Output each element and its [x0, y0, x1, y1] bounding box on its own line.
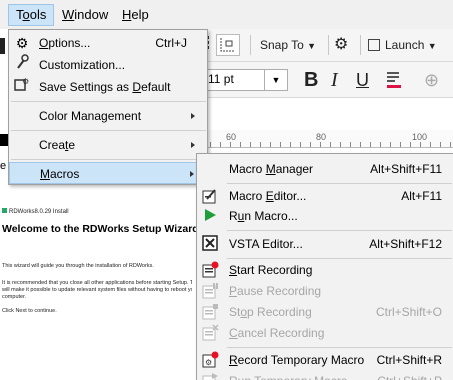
- menu-item-label: Macro Manager: [229, 162, 314, 176]
- menu-separator: [11, 101, 206, 102]
- vsta-icon: [201, 235, 219, 253]
- menu-item-label: Cancel Recording: [229, 326, 325, 340]
- menu-window-rest: indow: [74, 7, 109, 22]
- menu-item-macros[interactable]: Macros: [9, 162, 207, 184]
- horizontal-ruler: 60 80 100: [190, 130, 453, 148]
- submenu-arrow-icon: [191, 113, 195, 119]
- menu-item-label: VSTA Editor...: [229, 237, 303, 251]
- record-icon: [201, 261, 219, 279]
- menu-item-shortcut: Ctrl+J: [155, 36, 187, 50]
- menu-item-shortcut: Alt+Shift+F12: [369, 237, 442, 251]
- main-toolbar: Snap To ▼ ⚙ Launch ▼: [190, 29, 453, 62]
- menu-item-color-management[interactable]: Color Management: [9, 105, 207, 127]
- installer-line: will make it possible to update relevant…: [2, 287, 192, 293]
- menu-item-vsta-editor[interactable]: VSTA Editor... Alt+Shift+F12: [197, 232, 453, 256]
- menu-separator: [11, 159, 206, 160]
- menu-item-macro-manager[interactable]: Macro Manager Alt+Shift+F11: [197, 157, 453, 181]
- menu-item-label: Run Macro...: [229, 209, 298, 223]
- menu-item-label: Create: [39, 138, 76, 152]
- text-highlight-icon[interactable]: [385, 70, 403, 90]
- menu-item-customization[interactable]: Customization...: [9, 54, 207, 76]
- left-text-fragment: e: [0, 160, 7, 172]
- installer-line: This wizard will guide you through the i…: [2, 263, 154, 269]
- snap-guides-icon[interactable]: [216, 34, 240, 56]
- menu-item-cancel-recording[interactable]: Cancel Recording: [197, 321, 453, 345]
- submenu-arrow-icon: [191, 142, 195, 148]
- cancel-recording-icon: [201, 324, 219, 342]
- bold-button[interactable]: B: [304, 66, 318, 94]
- menu-item-options[interactable]: ⚙ Options... Ctrl+J: [9, 32, 207, 54]
- snap-to-button[interactable]: Snap To ▼: [260, 34, 316, 56]
- tools-menu: ⚙ Options... Ctrl+J Customization... ⚙ S…: [8, 29, 208, 185]
- svg-text:⚙: ⚙: [22, 77, 29, 86]
- menu-item-shortcut: Alt+Shift+F11: [370, 162, 442, 176]
- font-size-dropdown[interactable]: ▼: [264, 69, 288, 91]
- menu-item-shortcut: Ctrl+Shift+P: [377, 369, 442, 380]
- menu-item-label: Color Management: [39, 109, 142, 123]
- installer-logo-icon: [2, 208, 7, 213]
- pause-recording-icon: [201, 282, 219, 300]
- underline-button[interactable]: U: [356, 66, 369, 94]
- ruler-ticks: [190, 142, 453, 147]
- macro-editor-icon: [201, 187, 219, 205]
- menu-item-label: Customization...: [39, 58, 126, 72]
- ruler-label: 100: [412, 132, 428, 142]
- menu-help[interactable]: Help: [115, 4, 156, 26]
- menu-separator: [11, 130, 206, 131]
- menu-tools-rest: ols: [29, 7, 47, 22]
- left-dark-fragment: [0, 134, 8, 146]
- wrench-icon: [13, 54, 31, 76]
- save-settings-icon: ⚙: [13, 76, 31, 98]
- submenu-arrow-icon: [190, 171, 194, 177]
- svg-text:⚙: ⚙: [205, 358, 212, 367]
- launch-label: Launch: [385, 38, 425, 52]
- menu-item-run-temporary-macro[interactable]: Run Temporary Macro Ctrl+Shift+P: [197, 369, 453, 380]
- toolbar-separator: [328, 35, 329, 55]
- installer-line: It is recommended that you close all oth…: [2, 280, 192, 286]
- font-size-value: 11 pt: [208, 72, 234, 86]
- launch-icon: [368, 39, 380, 51]
- installer-line: Click Next to continue.: [2, 308, 57, 314]
- menu-help-rest: elp: [131, 7, 149, 22]
- toolbar-separator: [360, 35, 361, 55]
- installer-line: computer.: [2, 294, 27, 300]
- left-toolbar-fragment: [0, 38, 5, 54]
- chevron-down-icon: ▼: [427, 41, 437, 51]
- launch-button[interactable]: Launch ▼: [368, 34, 437, 56]
- snap-to-label: Snap To: [260, 38, 304, 52]
- run-temporary-icon: [201, 372, 219, 380]
- menubar: Tools Window Help: [0, 0, 453, 29]
- menu-item-save-settings[interactable]: ⚙ Save Settings as Default: [9, 76, 207, 98]
- macros-submenu: Macro Manager Alt+Shift+F11 Macro Editor…: [196, 153, 453, 380]
- toolbar-separator: [250, 35, 251, 55]
- menu-tools[interactable]: Tools: [8, 4, 55, 26]
- menu-item-label: Macros: [40, 167, 80, 181]
- installer-title-text: RDWorks8.0.29 Install: [9, 209, 69, 215]
- stop-recording-icon: [201, 303, 219, 321]
- menu-item-create[interactable]: Create: [9, 134, 207, 156]
- menu-separator: [227, 230, 452, 231]
- ruler-label: 80: [316, 132, 327, 142]
- ruler-label: 60: [226, 132, 237, 142]
- menu-item-label: Options...: [39, 36, 91, 50]
- installer-heading: Welcome to the RDWorks Setup Wizard: [2, 223, 199, 235]
- menu-item-label: Save Settings as Default: [39, 80, 171, 94]
- menu-window[interactable]: Window: [55, 4, 115, 26]
- play-icon: [201, 207, 219, 225]
- record-temporary-icon: ⚙: [201, 351, 219, 369]
- gear-icon: ⚙: [15, 35, 29, 51]
- menu-item-run-macro[interactable]: Run Macro...: [197, 204, 453, 228]
- chevron-down-icon: ▼: [307, 41, 317, 51]
- installer-window-title: RDWorks8.0.29 Install: [2, 208, 69, 215]
- menu-item-label: Run Temporary Macro: [229, 369, 348, 380]
- gear-icon[interactable]: ⚙: [334, 34, 348, 56]
- add-icon[interactable]: ⊕: [424, 66, 439, 94]
- italic-button[interactable]: I: [331, 66, 338, 94]
